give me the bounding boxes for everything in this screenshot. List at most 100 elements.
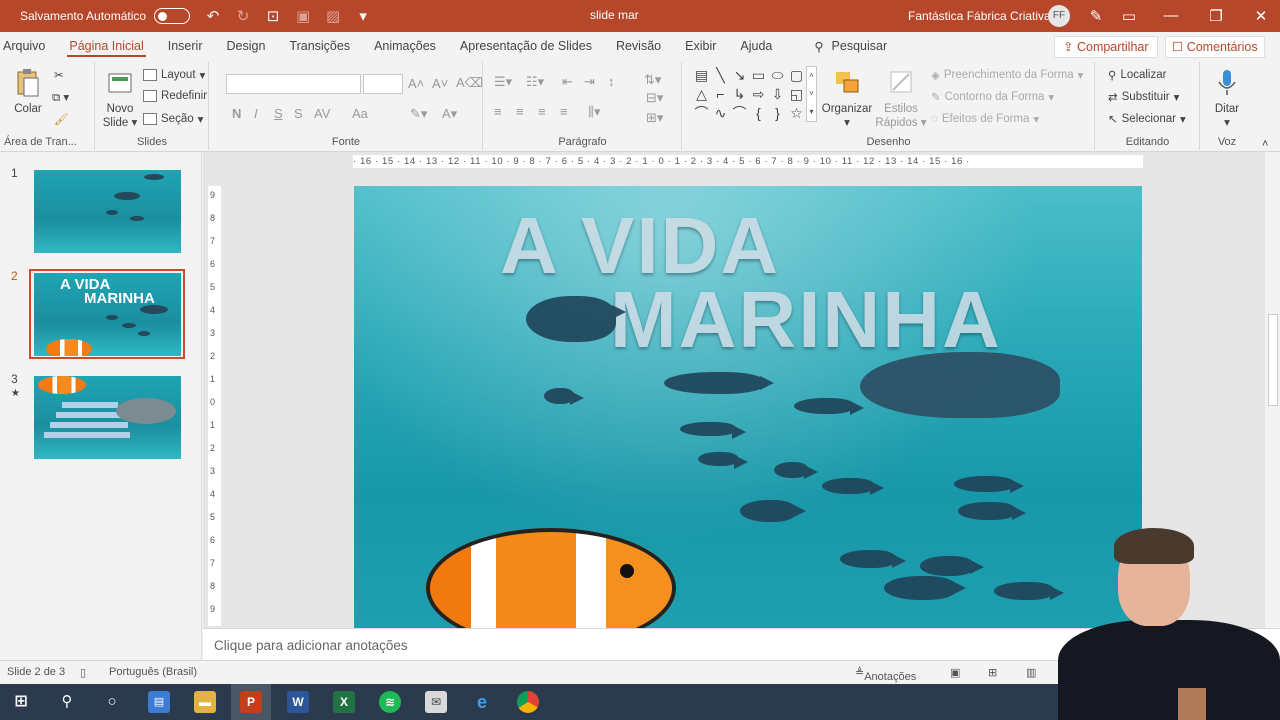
rectangle-shape-icon[interactable]: ▭ — [749, 66, 768, 85]
justify-icon[interactable]: ≡ — [560, 104, 568, 119]
start-presentation-icon[interactable]: ⊡ — [262, 7, 284, 25]
avatar[interactable]: FF — [1048, 5, 1070, 27]
cortana-icon[interactable]: ○ — [101, 691, 123, 713]
language-indicator[interactable]: Português (Brasil) — [109, 666, 197, 678]
clear-format-icon[interactable]: A⌫ — [456, 75, 483, 91]
layout-button[interactable]: Layout ▾ — [143, 68, 205, 82]
tab-inserir[interactable]: Inserir — [156, 32, 215, 60]
search-icon[interactable]: ⚲ — [56, 691, 78, 713]
shape-effects-button[interactable]: ◌ Efeitos de Forma ▾ — [931, 112, 1039, 126]
tab-pagina-inicial[interactable]: Página Inicial — [57, 32, 155, 60]
find-button[interactable]: ⚲ Localizar — [1108, 68, 1166, 82]
search-box[interactable]: ⚲ Pesquisar — [814, 39, 887, 54]
font-size-combo[interactable] — [363, 74, 403, 94]
freeform-shape-icon[interactable]: ⌒ — [692, 104, 711, 123]
brace-right-shape-icon[interactable]: } — [768, 104, 787, 123]
shapes-gallery-scroll[interactable]: ˄ ˅ ▾ — [806, 66, 817, 122]
cut-icon[interactable]: ✂ — [54, 68, 64, 82]
font-name-combo[interactable] — [226, 74, 361, 94]
dictate-button[interactable]: Ditar ▾ — [1209, 68, 1245, 130]
increase-font-icon[interactable]: A˄ — [408, 76, 424, 91]
windows-start-icon[interactable]: ⊞ — [10, 691, 32, 713]
format-painter-icon[interactable]: 🖌 — [54, 112, 69, 126]
ribbon-display-icon[interactable]: ▭ — [1120, 7, 1138, 25]
font-color-icon[interactable]: A▾ — [442, 106, 457, 122]
spellcheck-icon[interactable]: ▯ — [80, 666, 86, 679]
shape-outline-button[interactable]: ✎ Contorno da Forma ▾ — [931, 90, 1054, 104]
tab-animacoes[interactable]: Animações — [362, 32, 448, 60]
comments-button[interactable]: ☐ Comentários — [1165, 36, 1265, 58]
tab-exibir[interactable]: Exibir — [673, 32, 728, 60]
triangle-shape-icon[interactable]: △ — [692, 85, 711, 104]
smartart-icon[interactable]: ⊞▾ — [646, 110, 663, 126]
brace-left-shape-icon[interactable]: { — [749, 104, 768, 123]
redo-icon[interactable]: ↻ — [232, 7, 254, 25]
italic-button[interactable]: I — [254, 106, 258, 121]
spotify-icon[interactable]: ≋ — [379, 691, 401, 713]
elbow-shape-icon[interactable]: ⌐ — [711, 85, 730, 104]
underline-button[interactable]: S — [274, 106, 283, 121]
reset-button[interactable]: Redefinir — [143, 90, 207, 102]
right-arrow-shape-icon[interactable]: ⇨ — [749, 85, 768, 104]
customize-qat-icon[interactable]: ▾ — [352, 7, 374, 25]
slide-thumbnail-2[interactable]: A VIDA MARINHA — [34, 273, 181, 356]
text-direction-icon[interactable]: ⇅▾ — [644, 72, 661, 88]
restore-icon[interactable]: ❐ — [1207, 7, 1225, 25]
tab-revisao[interactable]: Revisão — [604, 32, 673, 60]
file-explorer-icon[interactable]: ▬ — [194, 691, 216, 713]
numbering-icon[interactable]: ☷▾ — [526, 74, 544, 90]
select-button[interactable]: ↖ Selecionar ▾ — [1108, 112, 1186, 126]
autosave-toggle[interactable] — [154, 8, 191, 24]
strikethrough-button[interactable]: S — [294, 106, 303, 121]
section-button[interactable]: Seção ▾ — [143, 112, 203, 126]
user-name[interactable]: Fantástica Fábrica Criativa — [908, 9, 1051, 23]
copy-icon[interactable]: ⧉ ▾ — [52, 90, 69, 105]
picture-icon[interactable]: ▨ — [322, 7, 344, 25]
textbox-shape-icon[interactable]: ▤ — [692, 66, 711, 85]
arrow-line-shape-icon[interactable]: ↘ — [730, 66, 749, 85]
line-spacing-icon[interactable]: ↕ — [608, 74, 615, 89]
shapes-gallery[interactable]: ▤ ╲ ↘ ▭ ⬭ ▢ △ ⌐ ↳ ⇨ ⇩ ◱ ⌒ ∿ ⌒ { } ☆ — [692, 66, 806, 124]
undo-icon[interactable]: ↶ — [202, 7, 224, 25]
new-slide-button[interactable]: Novo Slide ▾ — [102, 68, 138, 130]
align-right-icon[interactable]: ≡ — [538, 104, 546, 119]
tab-ajuda[interactable]: Ajuda — [728, 32, 784, 60]
scrollbar-thumb[interactable] — [1268, 314, 1278, 406]
slide-thumbnail-1[interactable] — [34, 170, 181, 253]
highlight-icon[interactable]: ✎▾ — [410, 106, 427, 122]
line-shape-icon[interactable]: ╲ — [711, 66, 730, 85]
notes-toggle[interactable]: ≜ Anotações — [855, 666, 916, 683]
spacing-button[interactable]: AV — [314, 106, 330, 121]
shape-fill-button[interactable]: ◈ Preenchimento da Forma ▾ — [931, 68, 1083, 82]
decrease-indent-icon[interactable]: ⇤ — [562, 74, 573, 90]
store-icon[interactable]: ▤ — [148, 691, 170, 713]
pen-icon[interactable]: ✎ — [1087, 7, 1105, 25]
mail-icon[interactable]: ✉ — [425, 691, 447, 713]
tab-transicoes[interactable]: Transições — [277, 32, 362, 60]
case-button[interactable]: Aa — [352, 106, 368, 121]
edge-icon[interactable]: e — [471, 691, 493, 713]
align-text-icon[interactable]: ⊟▾ — [646, 90, 663, 106]
down-arrow-shape-icon[interactable]: ⇩ — [768, 85, 787, 104]
tab-apresentacao[interactable]: Apresentação de Slides — [448, 32, 604, 60]
powerpoint-icon[interactable]: P — [240, 691, 262, 713]
arc-shape-icon[interactable]: ⌒ — [730, 104, 749, 123]
normal-view-icon[interactable]: ▣ — [950, 666, 960, 679]
align-center-icon[interactable]: ≡ — [516, 104, 524, 119]
arrange-button[interactable]: Organizar ▾ — [821, 68, 873, 130]
rounded-rect-shape-icon[interactable]: ▢ — [787, 66, 806, 85]
touch-mode-icon[interactable]: ▣ — [292, 7, 314, 25]
columns-icon[interactable]: ⫼▾ — [588, 104, 601, 120]
bold-button[interactable]: N — [232, 106, 241, 121]
word-icon[interactable]: W — [287, 691, 309, 713]
oval-shape-icon[interactable]: ⬭ — [768, 66, 787, 85]
decrease-font-icon[interactable]: A˅ — [432, 76, 448, 91]
close-icon[interactable]: ✕ — [1252, 7, 1270, 25]
reading-view-icon[interactable]: ▥ — [1026, 666, 1036, 679]
quick-styles-button[interactable]: Estilos Rápidos ▾ — [875, 68, 927, 130]
bullets-icon[interactable]: ☰▾ — [494, 74, 512, 90]
share-button[interactable]: ⇪ Compartilhar — [1054, 36, 1158, 58]
curve-shape-icon[interactable]: ∿ — [711, 104, 730, 123]
callout-shape-icon[interactable]: ◱ — [787, 85, 806, 104]
tab-arquivo[interactable]: Arquivo — [0, 32, 57, 60]
